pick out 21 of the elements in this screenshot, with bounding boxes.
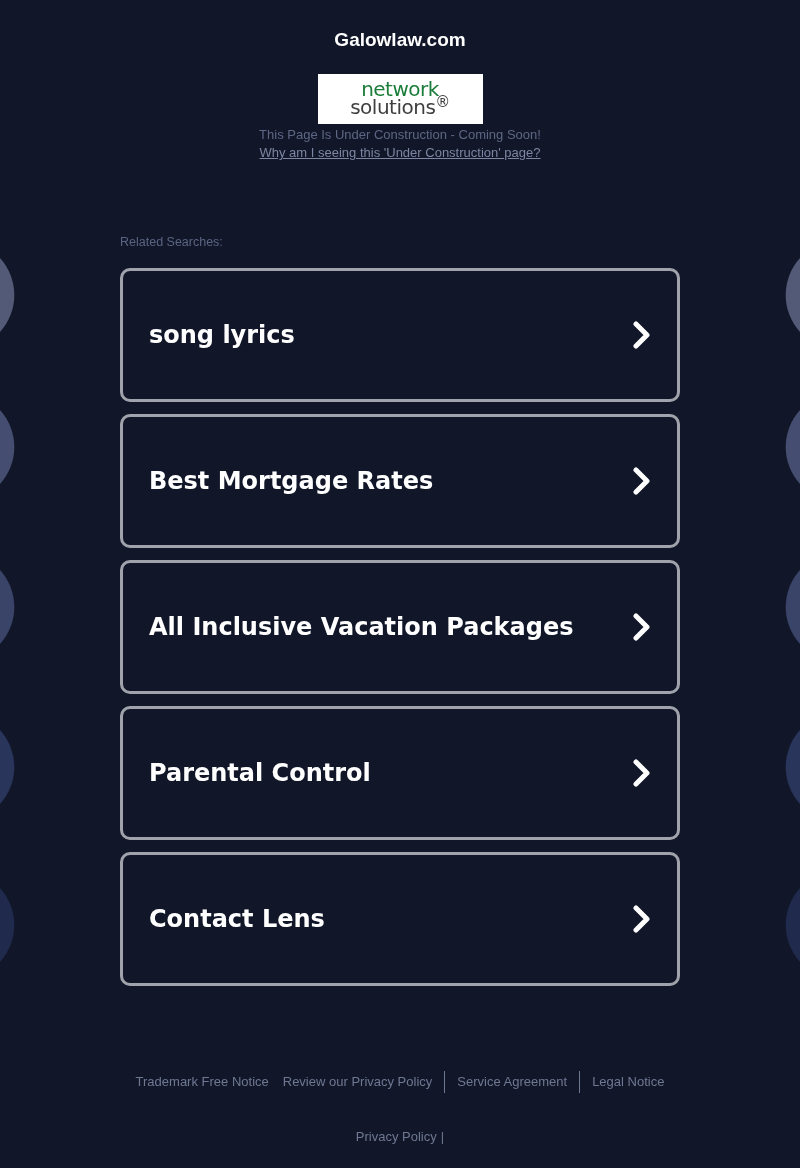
search-link-card[interactable]: Parental Control	[120, 706, 680, 840]
site-title: Galowlaw.com	[334, 30, 466, 50]
footer-link[interactable]: Privacy Policy	[355, 1128, 437, 1146]
footer-link[interactable]: Review our Privacy Policy	[282, 1073, 433, 1091]
footer-link[interactable]: Legal Notice	[592, 1073, 665, 1091]
construction-notice: This Page Is Under Construction - Coming Soon!	[259, 126, 541, 144]
logo-text: network	[361, 81, 439, 98]
chevron-right-icon	[633, 467, 651, 495]
chevron-right-icon	[633, 905, 651, 933]
search-link-card[interactable]: song lyrics	[120, 268, 680, 402]
chevron-right-icon	[633, 759, 651, 787]
separator-text: |	[440, 1128, 445, 1146]
chevron-right-icon	[633, 613, 651, 641]
search-link-card[interactable]: Best Mortgage Rates	[120, 414, 680, 548]
chevron-right-icon	[633, 321, 651, 349]
search-link-card[interactable]: All Inclusive Vacation Packages	[120, 560, 680, 694]
footer-link[interactable]: Trademark Free Notice	[135, 1073, 269, 1091]
related-searches-label: Related Searches:	[120, 234, 224, 251]
info-link[interactable]: Why am I seeing this 'Under Construction' page?	[259, 144, 541, 162]
footer-link[interactable]: Service Agreement	[457, 1073, 568, 1091]
search-link-card[interactable]: Contact Lens	[120, 852, 680, 986]
